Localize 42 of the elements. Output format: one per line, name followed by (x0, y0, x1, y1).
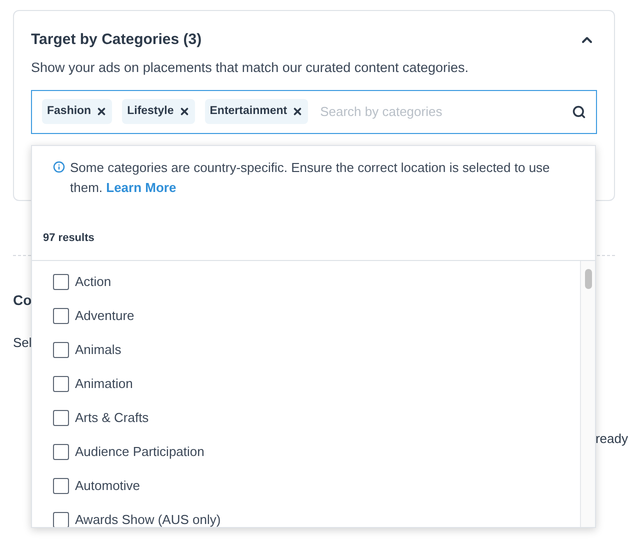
remove-icon[interactable] (96, 106, 108, 118)
checkbox[interactable] (53, 308, 69, 324)
option-label: Action (75, 273, 112, 292)
search-icon[interactable] (572, 104, 586, 119)
option-label: Audience Participation (75, 443, 204, 462)
checkbox[interactable] (53, 512, 69, 527)
category-option[interactable]: Animation (32, 367, 580, 401)
section-title: Target by Categories (3) (31, 30, 202, 50)
option-label: Awards Show (AUS only) (75, 511, 221, 527)
checkbox[interactable] (53, 410, 69, 426)
chip-label: Entertainment (210, 104, 288, 120)
category-option[interactable]: Audience Participation (32, 435, 580, 469)
category-search-field[interactable]: Fashion Lifestyle Entertainment Search by categories (31, 90, 597, 134)
category-option[interactable]: Automotive (32, 469, 580, 503)
info-icon (53, 161, 65, 173)
checkbox[interactable] (53, 342, 69, 358)
remove-icon[interactable] (178, 106, 190, 118)
category-option[interactable]: Animals (32, 333, 580, 367)
category-option[interactable]: Action (32, 265, 580, 299)
option-label: Animation (75, 375, 133, 394)
section-text: Sel (13, 335, 32, 350)
section-description: Show your ads on placements that match our curated content categories. (31, 58, 470, 77)
checkbox[interactable] (53, 444, 69, 460)
checkbox[interactable] (53, 478, 69, 494)
section-heading: Co (13, 292, 32, 308)
results-count: 97 results (43, 232, 94, 244)
option-label: Automotive (75, 477, 140, 496)
remove-icon[interactable] (292, 106, 304, 118)
notice-text: Some categories are country-specific. Ensure the correct location is selected to use them. Learn More (70, 159, 551, 197)
chip-label: Fashion (47, 104, 92, 120)
option-label: Adventure (75, 307, 134, 326)
option-label: Arts & Crafts (75, 409, 149, 428)
category-option[interactable]: Adventure (32, 299, 580, 333)
option-label: Animals (75, 341, 122, 360)
side-text: ready (595, 430, 628, 448)
category-option[interactable]: Awards Show (AUS only) (32, 503, 580, 527)
search-input[interactable]: Search by categories (320, 102, 562, 122)
scrollbar-thumb[interactable] (584, 269, 592, 289)
checkbox[interactable] (53, 376, 69, 392)
category-option[interactable]: Arts & Crafts (32, 401, 580, 435)
checkbox[interactable] (53, 274, 69, 290)
chip-label: Lifestyle (127, 104, 174, 120)
